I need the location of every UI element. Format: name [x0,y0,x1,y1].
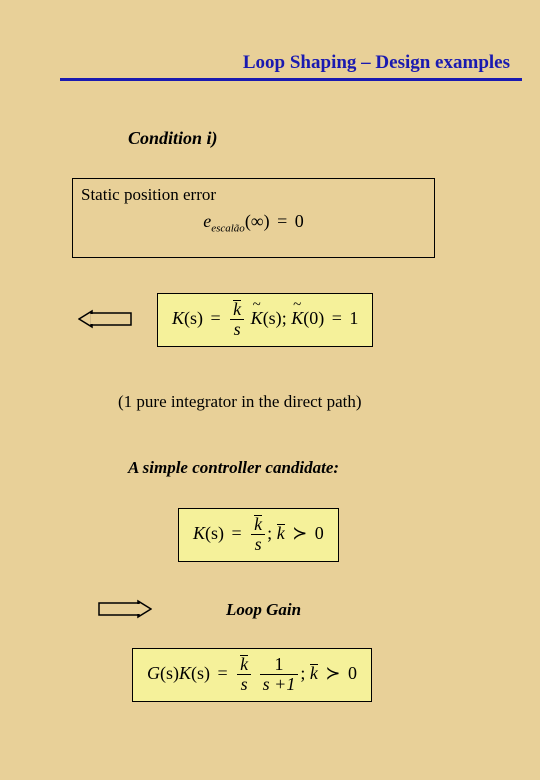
frac-1-sp1: 1 s +1 [260,655,299,695]
arg-s1: (s) [184,308,203,328]
page-title: Loop Shaping – Design examples [60,52,510,74]
succ2: ≻ [325,663,340,683]
rhs-1: 1 [349,308,358,328]
frac-kbar-s3: k s [237,655,251,695]
simple-controller-box: K(s) = k s ; k ≻ 0 [178,508,339,562]
ktilde2: K [291,308,303,329]
sym-K2: K [193,523,205,543]
eq1: = [211,308,221,328]
zero1: 0 [315,523,324,543]
static-error-equation: eescalão(∞) = 0 [81,211,426,235]
static-error-box: Static position error eescalão(∞) = 0 [72,178,435,258]
ktilde1: K [251,308,263,329]
condition-heading: Condition i) [128,128,218,149]
sym-K3: K [179,663,191,683]
candidate-heading: A simple controller candidate: [128,458,339,478]
sym-K: K [172,308,184,328]
sym-e: e [203,211,211,231]
eq2: = [332,308,342,328]
loopgain-heading: Loop Gain [226,600,301,620]
succ1: ≻ [292,523,307,543]
arg-Gs: (s) [160,663,179,683]
kbar2: k [277,524,285,542]
sep1: ; [282,308,287,328]
arg-s2: (s) [263,308,282,328]
ks-definition-box: K(s) = k s K(s); K(0) = 1 [157,293,373,347]
kbar-num: k [233,300,241,318]
sym-e-sub: escalão [211,223,245,235]
frac-kbar-s2: k s [251,515,265,555]
arg-0: (0) [303,308,324,328]
eq3: = [232,523,242,543]
arrow-left-icon [78,308,132,330]
arg-Ks: (s) [191,663,210,683]
eq4: = [218,663,228,683]
den-s2: s [251,535,265,555]
arrow-right-icon [98,598,152,620]
frac-kbar-s: k s [230,300,244,340]
zero2: 0 [348,663,357,683]
slide-page: Loop Shaping – Design examples Condition… [0,0,540,780]
den-s3: s [237,675,251,695]
kbar3: k [310,664,318,682]
kbar-num2: k [254,515,262,533]
sep2: ; [267,523,272,543]
integrator-note: (1 pure integrator in the direct path) [118,392,362,412]
num-1: 1 [260,655,299,675]
kbar-num3: k [240,655,248,673]
sym-G: G [147,663,160,683]
den-sp1: s +1 [260,675,299,695]
loop-gain-box: G(s)K(s) = k s 1 s +1 ; k ≻ 0 [132,648,372,702]
static-error-label: Static position error [81,185,426,205]
sep3: ; [300,663,305,683]
arg-inf: (∞) [245,211,270,231]
rhs-zero: 0 [295,211,304,231]
den-s: s [230,320,244,340]
eq-sign: = [277,211,287,231]
arg-s3: (s) [205,523,224,543]
title-underline [60,78,522,81]
